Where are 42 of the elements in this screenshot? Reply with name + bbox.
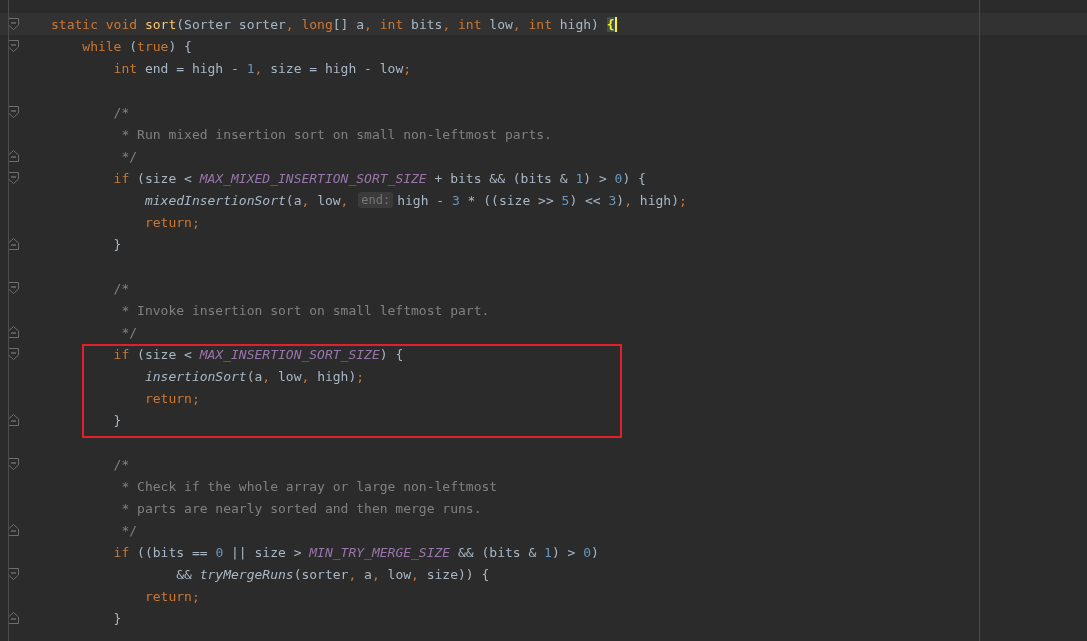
code-text: static void sort(Sorter sorter, long[] a, int bits, int low, int high) — [51, 16, 600, 32]
code-text: */ — [120, 522, 138, 538]
code-text: return; — [143, 214, 200, 230]
code-text: int end = high - 1, size = high - low; — [112, 60, 412, 76]
code-text: return; — [143, 588, 200, 604]
code-text: * parts are nearly sorted and then merge runs. — [120, 500, 482, 516]
code-text: * Invoke insertion sort on small leftmost part. — [120, 302, 490, 318]
code-text: /* — [112, 104, 130, 120]
code-text: high - 3 * ((size >> 5) << 3), high); — [397, 192, 687, 208]
code-text: } — [112, 412, 122, 428]
code-text: } — [112, 236, 122, 252]
code-text: * Check if the whole array or large non-leftmost — [120, 478, 498, 494]
fold-icon[interactable] — [8, 524, 19, 536]
fold-icon[interactable] — [8, 172, 19, 184]
fold-icon[interactable] — [8, 458, 19, 470]
code-text: if (size < MAX_INSERTION_SORT_SIZE) { — [112, 346, 404, 362]
code-text: */ — [120, 148, 138, 164]
fold-icon[interactable] — [8, 18, 19, 30]
code-text: /* — [112, 456, 130, 472]
code-text: insertionSort(a, low, high); — [143, 368, 365, 384]
code-text: if ((bits == 0 || size > MIN_TRY_MERGE_SIZE && (bits & 1) > 0) — [112, 544, 599, 560]
matched-brace: { — [606, 16, 617, 32]
code-text: return; — [143, 390, 200, 406]
code-text: mixedInsertionSort(a, low, — [143, 192, 350, 208]
fold-icon[interactable] — [8, 282, 19, 294]
code-text: if (size < MAX_MIXED_INSERTION_SORT_SIZE + bits && (bits & 1) > 0) { — [112, 170, 646, 186]
fold-icon[interactable] — [8, 40, 19, 52]
code-text: && tryMergeRuns(sorter, a, low, size)) { — [175, 566, 490, 582]
fold-icon[interactable] — [8, 326, 19, 338]
code-text: /* — [112, 280, 130, 296]
code-text: } — [112, 610, 122, 626]
fold-icon[interactable] — [8, 568, 19, 580]
fold-icon[interactable] — [8, 348, 19, 360]
fold-icon[interactable] — [8, 612, 19, 624]
fold-icon[interactable] — [8, 150, 19, 162]
parameter-hint: end: — [358, 192, 394, 208]
fold-icon[interactable] — [8, 106, 19, 118]
code-text: * Run mixed insertion sort on small non-leftmost parts. — [120, 126, 552, 142]
code-text: while (true) { — [81, 38, 192, 54]
fold-icon[interactable] — [8, 238, 19, 250]
code-text: */ — [120, 324, 138, 340]
fold-icon[interactable] — [8, 414, 19, 426]
